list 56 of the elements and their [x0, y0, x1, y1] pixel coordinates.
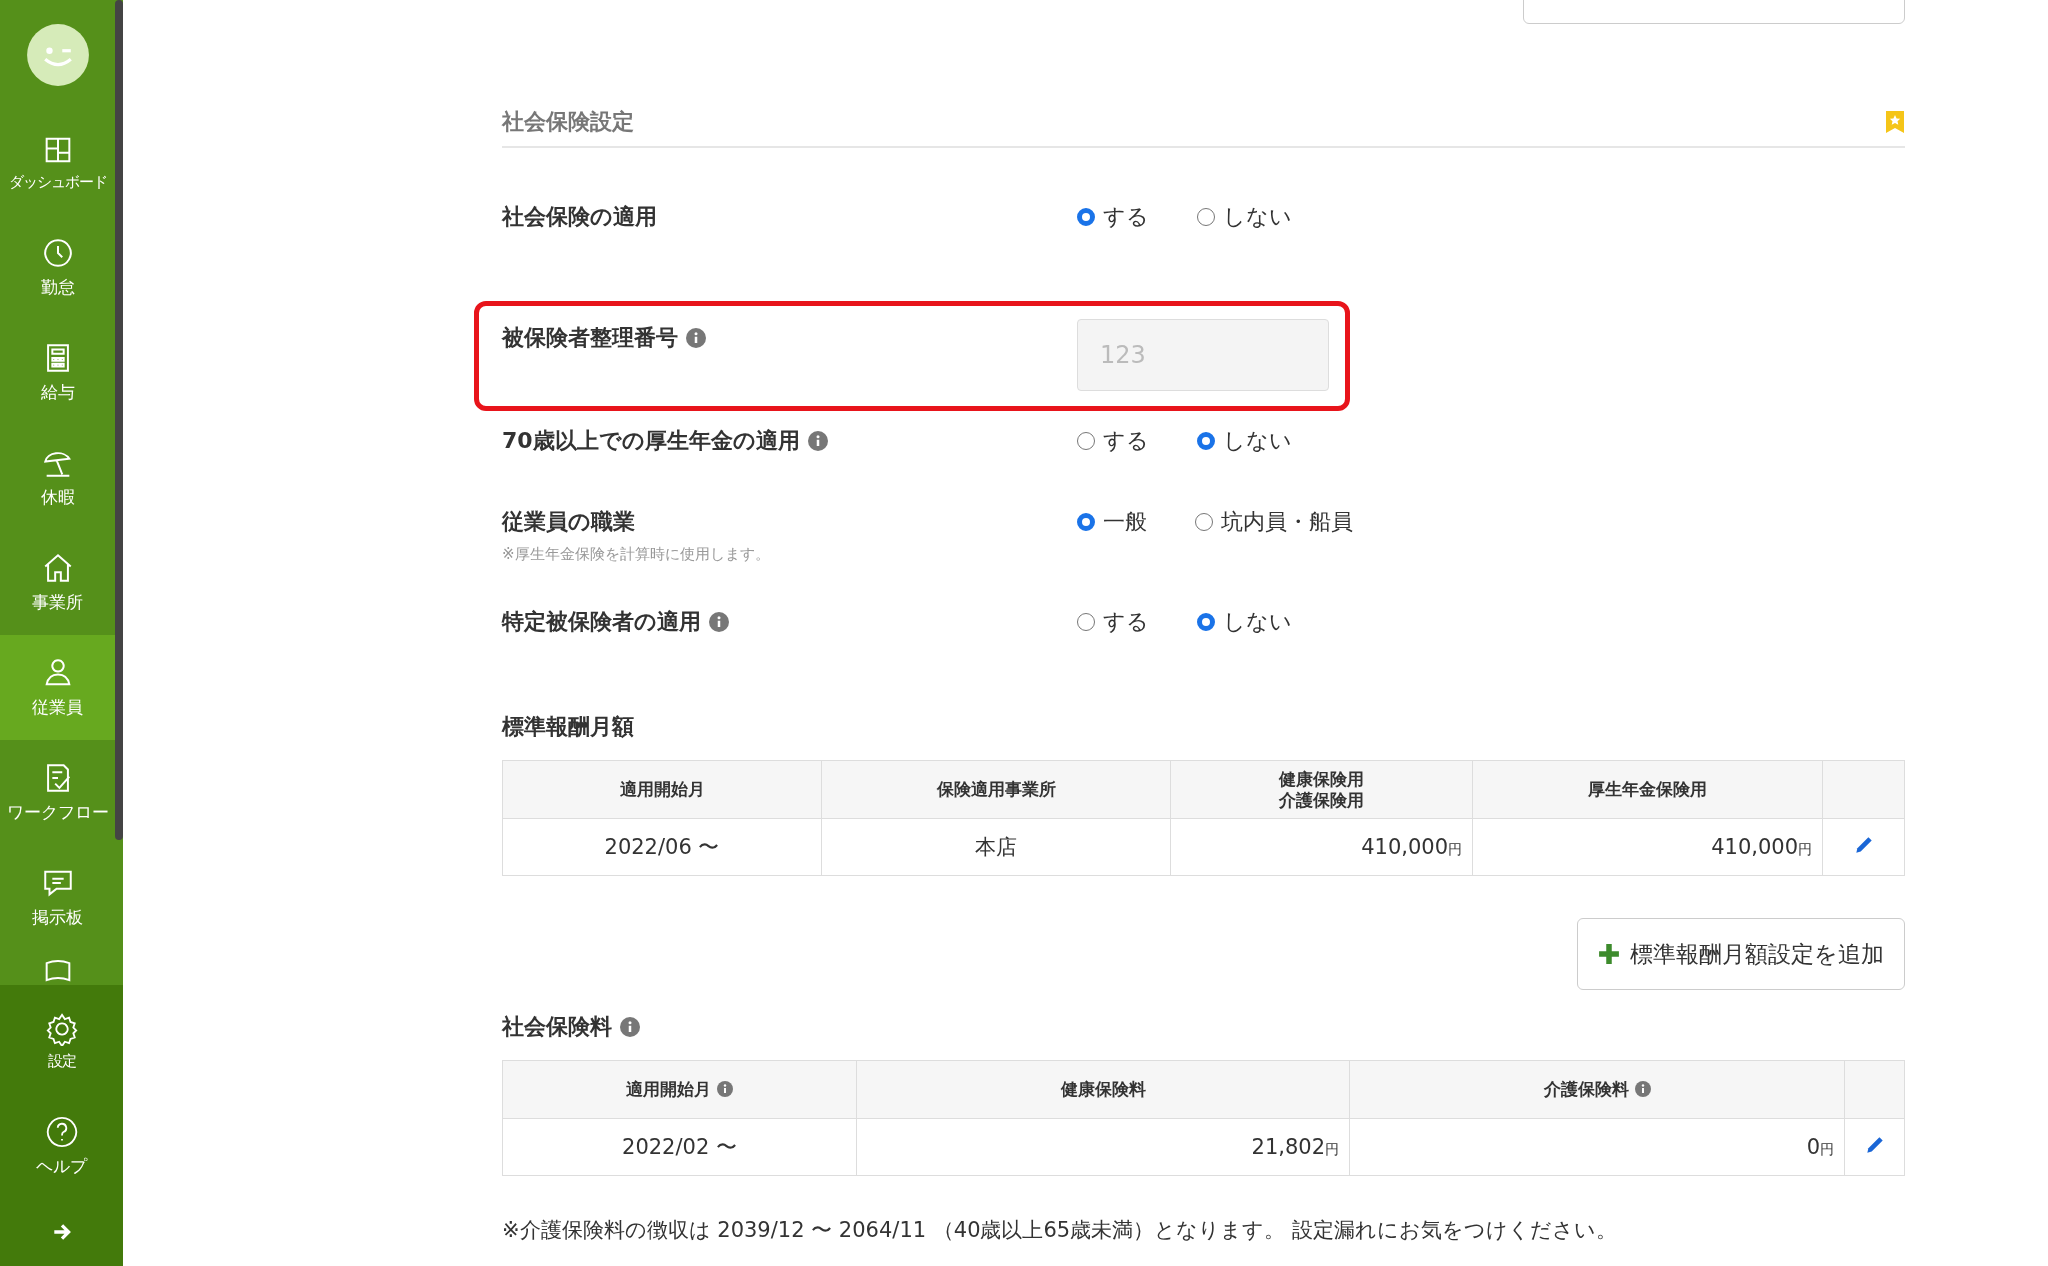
- radio-option[interactable]: する: [1077, 607, 1149, 637]
- radio-option[interactable]: しない: [1197, 202, 1292, 232]
- table-title: 社会保険料: [502, 1013, 612, 1041]
- radio-option[interactable]: する: [1077, 202, 1149, 232]
- sidebar-item[interactable]: 設定: [0, 989, 123, 1094]
- column-header: 健康保険料: [1060, 1079, 1146, 1100]
- bookmark-star-icon[interactable]: [1885, 111, 1905, 133]
- info-icon[interactable]: [686, 328, 706, 348]
- column-header: 厚生年金保険用: [1588, 779, 1707, 800]
- radio-option[interactable]: 一般: [1077, 507, 1147, 537]
- sidebar-item[interactable]: 勤怠: [0, 215, 115, 320]
- add-button[interactable]: 標準報酬月額設定を追加: [1577, 918, 1905, 990]
- table-cell: 410,000円: [1472, 818, 1823, 876]
- sidebar-item[interactable]: ワークフロー: [0, 740, 115, 845]
- sidebar-item[interactable]: 従業員: [0, 635, 115, 740]
- column-header: 健康保険用 介護保険用: [1279, 769, 1364, 810]
- column-header: 介護保険料: [1543, 1079, 1629, 1100]
- sidebar-item[interactable]: 給与: [0, 320, 115, 425]
- plus-icon: [1598, 943, 1620, 965]
- sidebar-item[interactable]: 休暇: [0, 425, 115, 530]
- radio-option[interactable]: する: [1077, 426, 1149, 456]
- info-icon[interactable]: [717, 1081, 733, 1098]
- info-icon[interactable]: [807, 431, 828, 451]
- table-cell: 21,802 円: [856, 1118, 1350, 1176]
- settings-icon: [44, 1012, 79, 1046]
- setting-label: 70歳以上での厚生年金の適用: [502, 427, 800, 455]
- column-header: 適用開始月: [626, 1079, 711, 1100]
- sidebar-item[interactable]: 掲示板: [0, 845, 115, 950]
- setting-note: ※厚生年金保険を計算時に使用します。: [502, 545, 771, 564]
- setting-label: 従業員の職業: [502, 508, 635, 536]
- setting-label: 社会保険の適用: [502, 203, 657, 231]
- sidebar-item[interactable]: ダッシュボード: [0, 110, 115, 215]
- setting-label: 被保険者整理番号: [502, 324, 678, 352]
- radio-option[interactable]: しない: [1197, 426, 1292, 456]
- table-cell: 本店: [821, 818, 1171, 876]
- table-cell: 2022/02 〜: [502, 1118, 857, 1176]
- info-icon[interactable]: [709, 612, 729, 632]
- scrollbar[interactable]: [115, 0, 123, 840]
- avatar-smiley-icon[interactable]: [25, 23, 90, 87]
- sidebar-item[interactable]: ヘルプ: [0, 1094, 123, 1199]
- column-header: 保険適用事業所: [936, 779, 1056, 800]
- table-cell: 0円: [1349, 1118, 1845, 1176]
- table-cell: 410,000円: [1170, 818, 1473, 876]
- footer-note: ※介護保険料の徴収は 2039/12 〜 2064/11 （40歳以上65歳未満）となります。 設定漏れにお気をつけください。: [502, 1217, 1618, 1244]
- radio-option[interactable]: 坑内員・船員: [1195, 507, 1353, 537]
- table-title: 標準報酬月額: [502, 713, 635, 741]
- info-icon[interactable]: [620, 1017, 640, 1037]
- column-header: 適用開始月: [619, 779, 705, 800]
- input-field[interactable]: [1523, 0, 1905, 24]
- radio-option[interactable]: しない: [1197, 607, 1292, 637]
- info-icon[interactable]: [1634, 1081, 1651, 1098]
- setting-label: 特定被保険者の適用: [502, 608, 701, 636]
- table-cell: 2022/06 〜: [502, 818, 822, 876]
- section-title: 社会保険設定: [502, 108, 634, 136]
- sidebar-item[interactable]: 事業所: [0, 530, 115, 635]
- help-icon: [44, 1115, 79, 1149]
